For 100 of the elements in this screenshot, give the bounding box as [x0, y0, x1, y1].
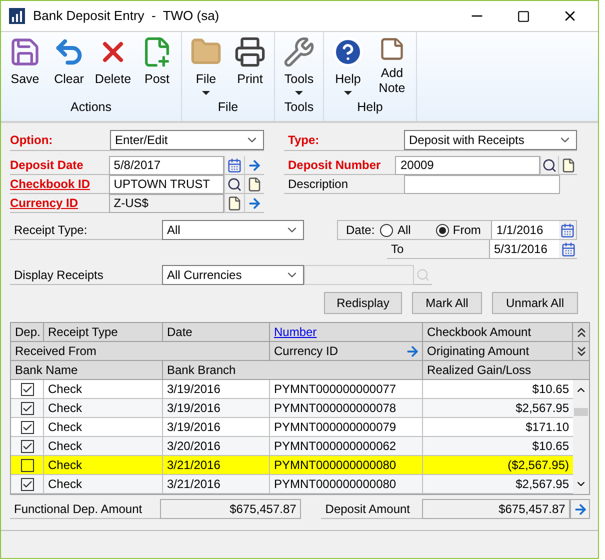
- search-icon[interactable]: [542, 158, 558, 172]
- table-cell: Check: [44, 399, 163, 417]
- action-button[interactable]: Unmark All: [492, 292, 578, 314]
- table-cell: 3/19/2016: [163, 380, 270, 398]
- table-cell-text: ($2,567.95): [506, 457, 570, 474]
- table-cell-text: $10.65: [531, 381, 570, 398]
- table-cell: PYMNT000000000080: [270, 475, 423, 493]
- group-label: Help: [356, 99, 384, 116]
- display-receipts-dropdown[interactable]: All Currencies: [162, 264, 304, 284]
- toolbar-button[interactable]: Clear: [49, 36, 89, 96]
- column-header: Bank Name: [11, 361, 163, 379]
- arrow-right-icon[interactable]: [405, 344, 420, 358]
- calendar-icon[interactable]: [560, 242, 576, 256]
- column-header: Currency ID: [273, 343, 340, 360]
- toolbar-button[interactable]: File: [186, 36, 226, 96]
- document-icon[interactable]: [247, 176, 262, 192]
- dropdown-triangle-icon: [295, 91, 303, 95]
- functional-amount-label: Functional Dep. Amount: [10, 499, 160, 519]
- action-button[interactable]: Redisplay: [324, 292, 402, 314]
- table-cell: Check: [44, 418, 163, 436]
- table-row[interactable]: Check 3/19/2016 PYMNT000000000079 $171.10: [11, 418, 573, 437]
- table-cell: 3/19/2016: [163, 399, 270, 417]
- checkbox[interactable]: [20, 458, 34, 472]
- table-cell: 3/21/2016: [163, 456, 270, 474]
- document-icon[interactable]: [560, 158, 576, 172]
- radio-button[interactable]: From: [436, 221, 492, 239]
- text-field[interactable]: UPTOWN TRUST: [108, 174, 224, 194]
- toolbar-button[interactable]: Help: [328, 36, 368, 96]
- table-cell: PYMNT000000000077: [270, 380, 423, 398]
- table-cell: 3/19/2016: [163, 418, 270, 436]
- arrow-right-icon[interactable]: [247, 158, 262, 172]
- toolbar-button[interactable]: Save: [5, 36, 45, 96]
- calendar-icon[interactable]: [227, 158, 242, 172]
- arrow-right-icon[interactable]: [247, 196, 262, 210]
- column-header: Dep.: [11, 323, 44, 341]
- action-button[interactable]: Mark All: [412, 292, 482, 314]
- column-header: Checkbook Amount: [423, 323, 573, 341]
- toolbar-button[interactable]: Post: [137, 36, 177, 96]
- table-row[interactable]: Check 3/19/2016 PYMNT000000000077 $10.65: [11, 380, 573, 399]
- search-icon: [416, 268, 430, 282]
- text-field[interactable]: 20009: [395, 156, 540, 174]
- table-row[interactable]: Check 3/21/2016 PYMNT000000000080 ($2,567.95): [11, 456, 573, 475]
- dropdown-triangle-icon: [344, 91, 352, 95]
- table-cell: Check: [44, 475, 163, 493]
- window-title: Bank Deposit Entry - TWO (sa): [33, 7, 220, 26]
- scroll-thumb[interactable]: [574, 408, 588, 416]
- radio-button[interactable]: All: [380, 221, 436, 239]
- column-header: Date: [163, 323, 270, 341]
- date-label: Date:: [345, 222, 376, 239]
- text-field[interactable]: 5/8/2017: [108, 156, 224, 174]
- dropdown-triangle-icon: [202, 91, 210, 95]
- group-label: File: [216, 99, 240, 116]
- group-label: Tools: [283, 99, 315, 116]
- column-header: Receipt Type: [44, 323, 163, 341]
- table-row[interactable]: Check 3/19/2016 PYMNT000000000078 $2,567.95: [11, 399, 573, 418]
- deposit-amount-label: Deposit Amount: [321, 499, 422, 519]
- checkbox[interactable]: [20, 478, 34, 490]
- group-label: Actions: [70, 99, 112, 116]
- document-icon[interactable]: [227, 196, 242, 210]
- table-cell: PYMNT000000000062: [270, 437, 423, 455]
- receipt-type-dropdown[interactable]: All: [162, 220, 304, 240]
- type-dropdown[interactable]: Deposit with Receipts: [404, 130, 577, 150]
- checkbox[interactable]: [20, 382, 34, 396]
- column-header: Originating Amount: [423, 342, 573, 360]
- column-header[interactable]: Number: [270, 323, 423, 341]
- table-row[interactable]: Check 3/20/2016 PYMNT000000000062 $10.65: [11, 437, 573, 456]
- maximize-icon[interactable]: [517, 10, 530, 22]
- chart-app-icon: [9, 8, 25, 24]
- field-label: Currency ID: [10, 195, 80, 212]
- option-label: Option:: [10, 132, 54, 148]
- table-cell-text: $10.65: [531, 438, 570, 455]
- deposit-amount-field: $675,457.87: [422, 499, 570, 519]
- table-cell: PYMNT000000000080: [270, 456, 423, 474]
- checkbox[interactable]: [20, 402, 34, 414]
- to-date-field[interactable]: 5/31/2016: [489, 240, 559, 258]
- arrow-right-icon[interactable]: [572, 502, 588, 516]
- toolbar-button[interactable]: Print: [230, 36, 270, 96]
- field-label: Deposit Date: [10, 157, 84, 174]
- from-date-field[interactable]: 1/1/2016: [491, 221, 559, 239]
- search-icon[interactable]: [227, 176, 242, 192]
- table-cell-text: $2,567.95: [514, 400, 570, 417]
- table-cell-text: $2,567.95: [514, 476, 570, 493]
- table-row[interactable]: Check 3/21/2016 PYMNT000000000080 $2,567.95: [11, 475, 573, 494]
- field-label: Description: [287, 176, 350, 193]
- display-receipts-label: Display Receipts: [13, 266, 104, 284]
- checkbox[interactable]: [20, 440, 34, 452]
- column-header: Realized Gain/Loss: [426, 362, 532, 379]
- toolbar-button[interactable]: Delete: [93, 36, 133, 96]
- toolbar-button[interactable]: Add Note: [372, 36, 412, 96]
- option-dropdown[interactable]: Enter/Edit: [110, 130, 264, 150]
- receipt-type-label: Receipt Type:: [13, 222, 88, 238]
- description-field[interactable]: [404, 174, 560, 194]
- checkbox[interactable]: [20, 420, 34, 434]
- toolbar-button[interactable]: Tools: [279, 36, 319, 96]
- table-cell: PYMNT000000000078: [270, 399, 423, 417]
- text-field[interactable]: Z-US$: [108, 194, 224, 212]
- field-label: Deposit Number: [287, 157, 382, 174]
- calendar-icon[interactable]: [560, 222, 575, 238]
- wrench-icon: [283, 36, 315, 68]
- field-label: Checkbook ID: [10, 176, 92, 193]
